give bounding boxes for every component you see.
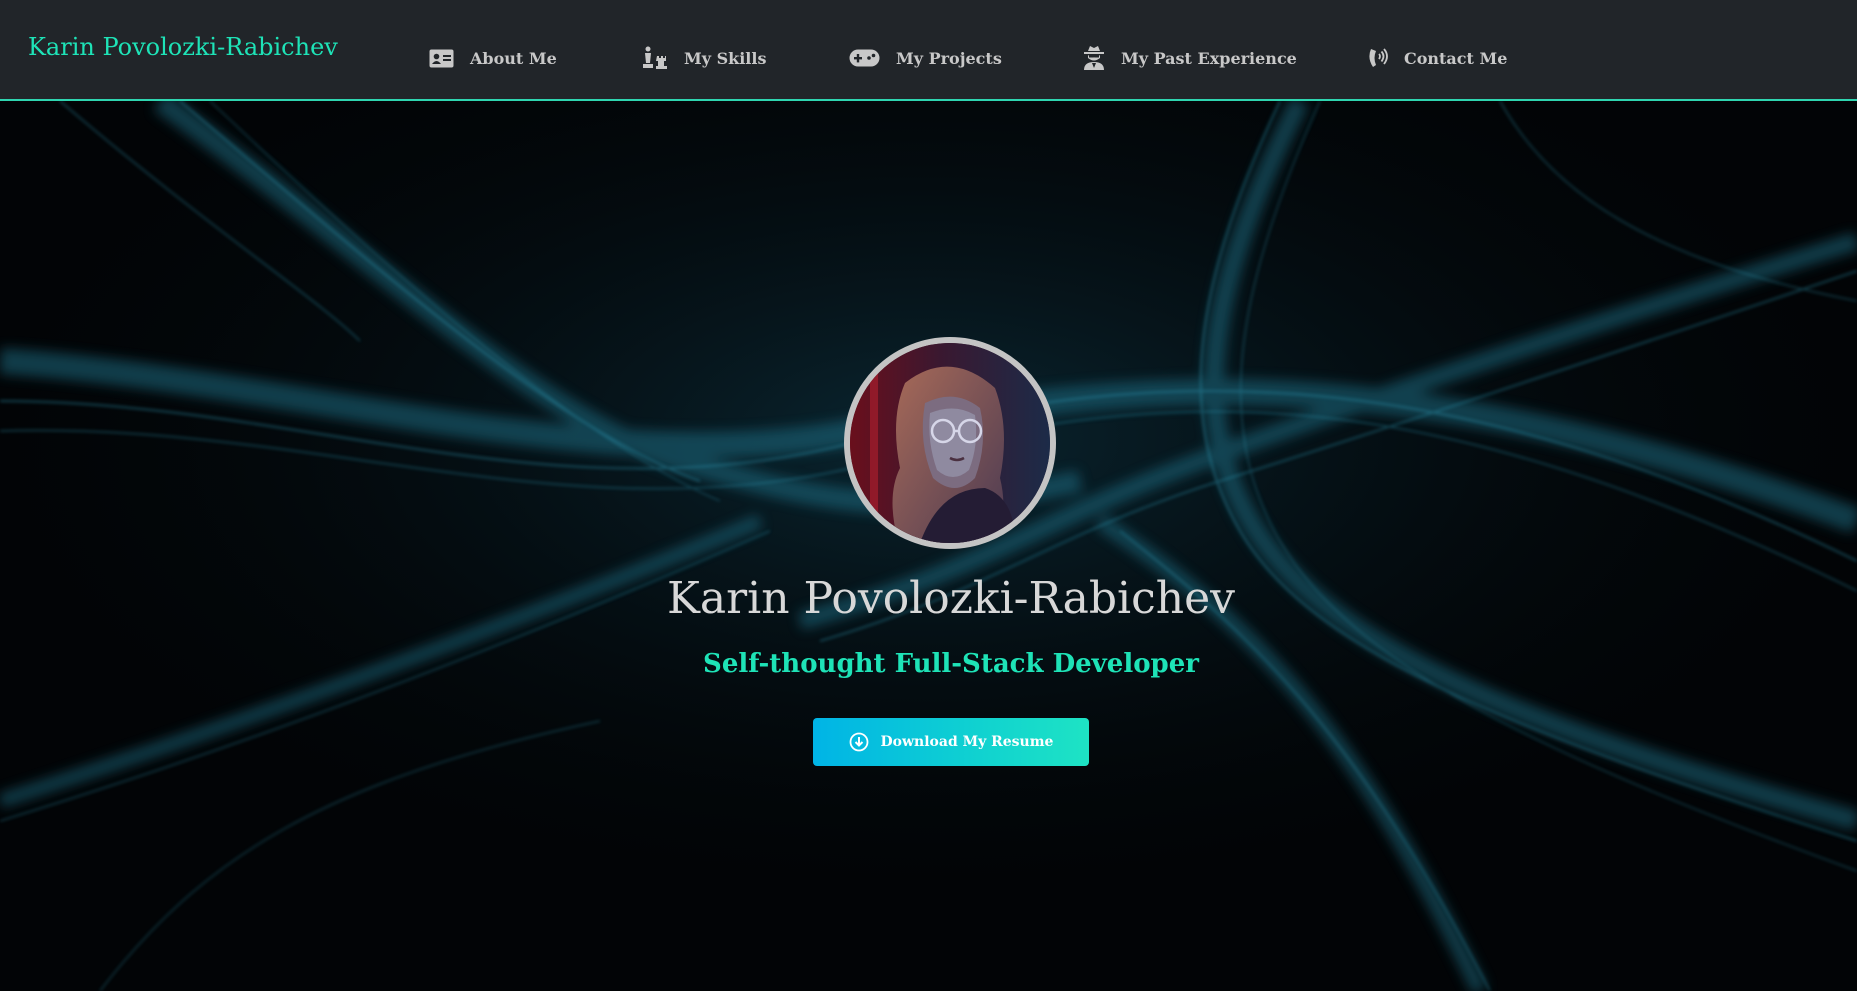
nav-item-label: Contact Me	[1404, 48, 1508, 68]
brand-link[interactable]: Karin Povolozki-Rabichev	[28, 33, 338, 61]
hero-section: Karin Povolozki-Rabichev Self-thought Fu…	[0, 101, 1857, 991]
nav-item-label: My Skills	[684, 48, 767, 68]
navbar: Karin Povolozki-Rabichev About Me My Ski…	[0, 0, 1857, 101]
avatar	[844, 337, 1056, 549]
phone-volume-icon	[1368, 46, 1388, 70]
nav-item-my-projects[interactable]: My Projects	[849, 38, 1002, 78]
download-resume-label: Download My Resume	[880, 734, 1054, 750]
nav-item-my-skills[interactable]: My Skills	[642, 38, 766, 78]
user-secret-icon	[1083, 45, 1105, 71]
arrow-circle-down-icon	[849, 732, 869, 752]
nav-item-label: My Projects	[896, 48, 1002, 68]
nav-item-label: About Me	[470, 48, 557, 68]
id-card-icon	[429, 49, 454, 68]
nav-item-contact-me[interactable]: Contact Me	[1368, 38, 1507, 78]
hero-subtitle: Self-thought Full-Stack Developer	[703, 649, 1199, 679]
nav-item-about-me[interactable]: About Me	[429, 38, 557, 78]
download-resume-button[interactable]: Download My Resume	[813, 718, 1089, 766]
nav-item-my-past-experience[interactable]: My Past Experience	[1083, 38, 1297, 78]
profile-photo	[850, 343, 1050, 543]
nav-item-label: My Past Experience	[1121, 48, 1297, 68]
gamepad-icon	[849, 49, 880, 67]
chess-pieces-icon	[642, 45, 668, 71]
hero-name: Karin Povolozki-Rabichev	[666, 573, 1236, 624]
